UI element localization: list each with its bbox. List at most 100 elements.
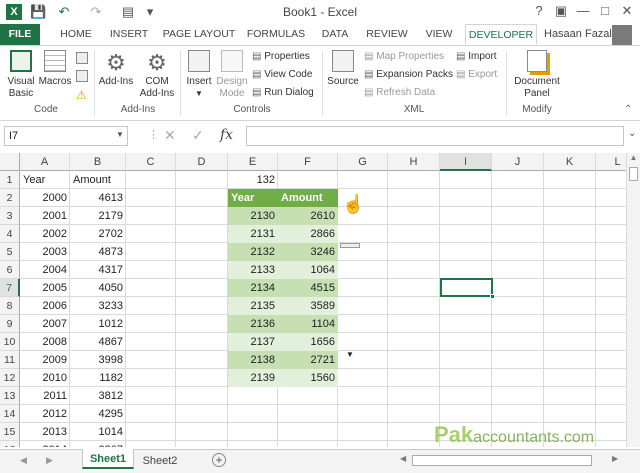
import-button[interactable]: ▤ Import	[456, 50, 497, 63]
relative-references-icon[interactable]	[76, 70, 88, 82]
table-cell-amount[interactable]: 3246	[278, 243, 338, 261]
scroll-right-icon[interactable]: ▶	[612, 454, 618, 463]
properties-button[interactable]: ▤ Properties	[252, 50, 310, 63]
name-box[interactable]: I7	[4, 126, 128, 146]
table-cell-year[interactable]: 2139	[228, 369, 278, 387]
com-add-ins-button[interactable]: ⚙ COM Add-Ins	[136, 50, 178, 100]
minimize-button[interactable]: —	[572, 2, 594, 20]
avatar[interactable]	[612, 25, 632, 45]
design-mode-button[interactable]: Design Mode	[214, 50, 250, 100]
cell-amount[interactable]: 1182	[70, 369, 126, 387]
macro-security-icon[interactable]: ⚠	[76, 88, 87, 102]
tab-file[interactable]: FILE	[0, 24, 40, 45]
cell-year[interactable]: 2005	[20, 279, 70, 297]
cell-year[interactable]: 2004	[20, 261, 70, 279]
cell-year[interactable]: 2008	[20, 333, 70, 351]
row-header-10[interactable]: 10	[0, 333, 20, 351]
row-header-16[interactable]: 16	[0, 441, 20, 447]
sheet-tab-sheet2[interactable]: Sheet2	[138, 452, 182, 470]
table-cell-year[interactable]: 2138	[228, 351, 278, 369]
scroll-thumb[interactable]	[629, 167, 638, 181]
row-header-12[interactable]: 12	[0, 369, 20, 387]
source-button[interactable]: Source	[326, 50, 360, 88]
tab-formulas[interactable]: FORMULAS	[245, 24, 307, 45]
table-cell-year[interactable]: 2135	[228, 297, 278, 315]
ribbon-display-icon[interactable]: ▣	[550, 2, 572, 20]
table-header-year[interactable]: Year	[228, 189, 278, 207]
visual-basic-button[interactable]: Visual Basic	[4, 50, 38, 100]
new-sheet-icon[interactable]: +	[212, 453, 226, 467]
expand-formula-bar-icon[interactable]: ⌄	[628, 128, 636, 139]
user-name[interactable]: Hasaan Fazal	[544, 28, 612, 40]
cell-year[interactable]: 2010	[20, 369, 70, 387]
insert-function-icon[interactable]: fx	[220, 127, 233, 143]
horizontal-scrollbar[interactable]: ◀ ▶	[398, 454, 624, 467]
prev-sheet-icon[interactable]: ◀	[20, 455, 27, 466]
column-header-g[interactable]: G	[338, 153, 388, 171]
table-cell-year[interactable]: 2137	[228, 333, 278, 351]
table-cell-year[interactable]: 2132	[228, 243, 278, 261]
row-header-1[interactable]: 1	[0, 171, 20, 189]
table-cell-year[interactable]: 2130	[228, 207, 278, 225]
tab-review[interactable]: REVIEW	[362, 24, 412, 45]
spin-down-icon[interactable]: ▼	[346, 350, 354, 359]
cell-year[interactable]: 2003	[20, 243, 70, 261]
table-cell-year[interactable]: 2131	[228, 225, 278, 243]
row-header-6[interactable]: 6	[0, 261, 20, 279]
cell-amount[interactable]: 4867	[70, 333, 126, 351]
column-header-l[interactable]: L	[596, 153, 626, 171]
scroll-up-icon[interactable]: ▲	[627, 153, 640, 165]
row-header-4[interactable]: 4	[0, 225, 20, 243]
table-cell-amount[interactable]: 2610	[278, 207, 338, 225]
next-sheet-icon[interactable]: ▶	[46, 455, 53, 466]
table-cell-amount[interactable]: 1104	[278, 315, 338, 333]
vertical-scrollbar[interactable]: ▲	[626, 153, 640, 447]
cell-year[interactable]: 2001	[20, 207, 70, 225]
macros-button[interactable]: Macros	[38, 50, 72, 88]
table-cell-amount[interactable]: 1560	[278, 369, 338, 387]
column-header-b[interactable]: B	[70, 153, 126, 171]
row-header-9[interactable]: 9	[0, 315, 20, 333]
insert-controls-button[interactable]: Insert ▼	[182, 50, 216, 100]
cell-year[interactable]: 2000	[20, 189, 70, 207]
row-header-2[interactable]: 2	[0, 189, 20, 207]
close-button[interactable]: ✕	[616, 2, 638, 20]
column-header-i[interactable]: I	[440, 153, 492, 171]
cell-year[interactable]: 2014	[20, 441, 70, 447]
cell-b1[interactable]: Amount	[70, 171, 126, 189]
expansion-packs-button[interactable]: ▤ Expansion Packs	[364, 68, 453, 81]
row-header-14[interactable]: 14	[0, 405, 20, 423]
tab-data[interactable]: DATA	[315, 24, 355, 45]
column-header-e[interactable]: E	[228, 153, 278, 171]
cell-amount[interactable]: 3812	[70, 387, 126, 405]
add-ins-button[interactable]: ⚙ Add-Ins	[98, 50, 134, 88]
row-header-7[interactable]: 7	[0, 279, 20, 297]
row-header-5[interactable]: 5	[0, 243, 20, 261]
row-header-15[interactable]: 15	[0, 423, 20, 441]
document-panel-button[interactable]: Document Panel	[510, 50, 564, 100]
name-box-dropdown-icon[interactable]: ▼	[116, 130, 124, 139]
tab-developer[interactable]: DEVELOPER	[465, 24, 537, 45]
cell-amount[interactable]: 4613	[70, 189, 126, 207]
cell-amount[interactable]: 3807	[70, 441, 126, 447]
column-header-c[interactable]: C	[126, 153, 176, 171]
collapse-ribbon-icon[interactable]: ⌃	[624, 104, 632, 115]
maximize-button[interactable]: □	[594, 2, 616, 20]
table-header-amount[interactable]: Amount	[278, 189, 338, 207]
horizontal-scroll-thumb[interactable]	[412, 455, 592, 466]
cell-year[interactable]: 2012	[20, 405, 70, 423]
cell-year[interactable]: 2002	[20, 225, 70, 243]
column-header-d[interactable]: D	[176, 153, 228, 171]
cell-amount[interactable]: 3233	[70, 297, 126, 315]
column-header-f[interactable]: F	[278, 153, 338, 171]
fill-handle[interactable]	[490, 294, 495, 299]
cell-a1[interactable]: Year	[20, 171, 70, 189]
refresh-data-button[interactable]: ▤ Refresh Data	[364, 86, 435, 99]
cell-year[interactable]: 2011	[20, 387, 70, 405]
row-header-11[interactable]: 11	[0, 351, 20, 369]
column-header-k[interactable]: K	[544, 153, 596, 171]
cell-amount[interactable]: 3998	[70, 351, 126, 369]
cell-amount[interactable]: 2179	[70, 207, 126, 225]
run-dialog-button[interactable]: ▤ Run Dialog	[252, 86, 314, 99]
enter-icon[interactable]: ✓	[192, 127, 204, 144]
